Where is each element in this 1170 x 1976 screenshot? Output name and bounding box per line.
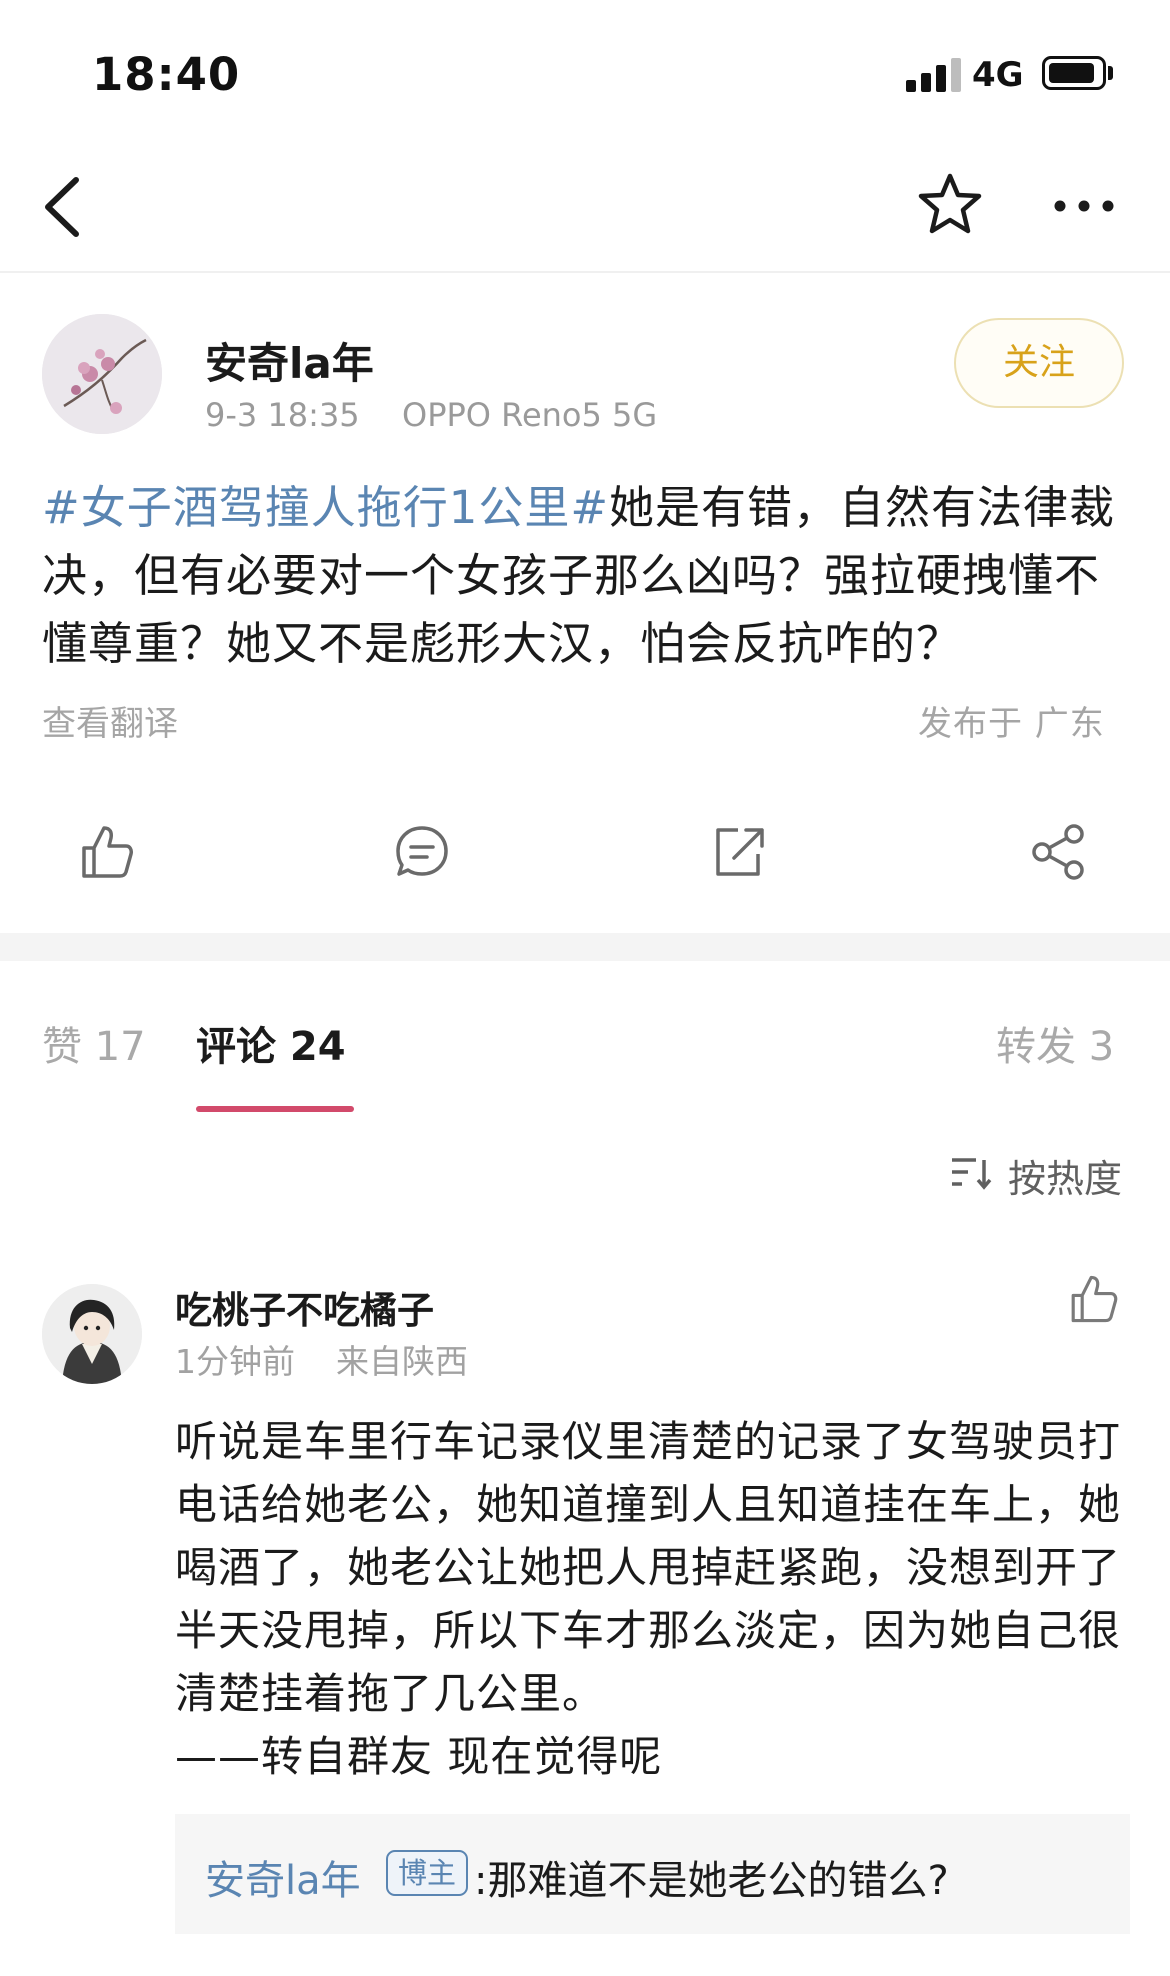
- thumb-up-icon: [1071, 1275, 1118, 1323]
- favorite-button[interactable]: [918, 172, 982, 236]
- comment-like-button[interactable]: [1066, 1272, 1120, 1326]
- anime-avatar-image: [42, 1284, 142, 1384]
- tab-reposts[interactable]: 转发 3: [996, 1014, 1114, 1072]
- signal-icon: [906, 56, 962, 92]
- follow-button[interactable]: 关注: [954, 318, 1124, 408]
- section-divider: [0, 933, 1170, 961]
- blogger-badge: 博主: [386, 1850, 469, 1896]
- reply-author[interactable]: 安奇la年: [205, 1848, 361, 1906]
- topic-link[interactable]: #女子酒驾撞人拖行1公里#: [42, 481, 609, 534]
- commenter-name[interactable]: 吃桃子不吃橘子: [175, 1280, 434, 1334]
- comment-text: 听说是车里行车记录仪里清楚的记录了女驾驶员打电话给她老公，她知道撞到人且知道挂在…: [175, 1417, 1122, 1781]
- post-body: #女子酒驾撞人拖行1公里#她是有错，自然有法律裁决，但有必要对一个女孩子那么凶吗…: [42, 474, 1142, 678]
- battery-tip: [1108, 66, 1113, 80]
- commenter-avatar[interactable]: [42, 1284, 142, 1384]
- post-location: 发布于 广东: [918, 704, 1105, 744]
- tab-likes[interactable]: 赞 17: [42, 1014, 146, 1072]
- more-dots-icon: [1054, 200, 1114, 212]
- comment-button[interactable]: [392, 822, 452, 882]
- share-button[interactable]: [1028, 822, 1088, 882]
- post-time: 9-3 18:35: [205, 396, 360, 434]
- flower-branch-image: [42, 314, 162, 434]
- thumb-up-icon: [82, 826, 133, 878]
- tab-comments[interactable]: 评论 24: [196, 1014, 346, 1072]
- author-name[interactable]: 安奇la年: [205, 330, 374, 391]
- star-icon: [918, 173, 982, 234]
- reply-text: :那难道不是她老公的错么?: [474, 1858, 949, 1904]
- sort-by-hot[interactable]: 按热度: [1008, 1148, 1122, 1203]
- back-button[interactable]: [38, 172, 88, 242]
- post-device: OPPO Reno5 5G: [402, 396, 658, 434]
- author-avatar[interactable]: [42, 314, 162, 434]
- network-label: 4G: [972, 55, 1024, 95]
- chevron-left-icon: [45, 177, 79, 237]
- status-time: 18:40: [92, 48, 241, 101]
- share-icon: [1032, 824, 1084, 880]
- comment-location: 来自陕西: [336, 1342, 468, 1381]
- repost-button[interactable]: [710, 822, 770, 882]
- more-button[interactable]: [1052, 196, 1116, 216]
- sort-icon[interactable]: [950, 1152, 994, 1192]
- repost-icon: [716, 828, 764, 876]
- comment-icon: [396, 826, 448, 876]
- translate-link[interactable]: 查看翻译: [42, 696, 178, 745]
- like-button[interactable]: [76, 822, 136, 882]
- battery-icon: [1042, 56, 1106, 90]
- nav-divider: [0, 271, 1170, 273]
- comment-time: 1分钟前: [175, 1342, 295, 1381]
- active-tab-indicator: [196, 1106, 354, 1112]
